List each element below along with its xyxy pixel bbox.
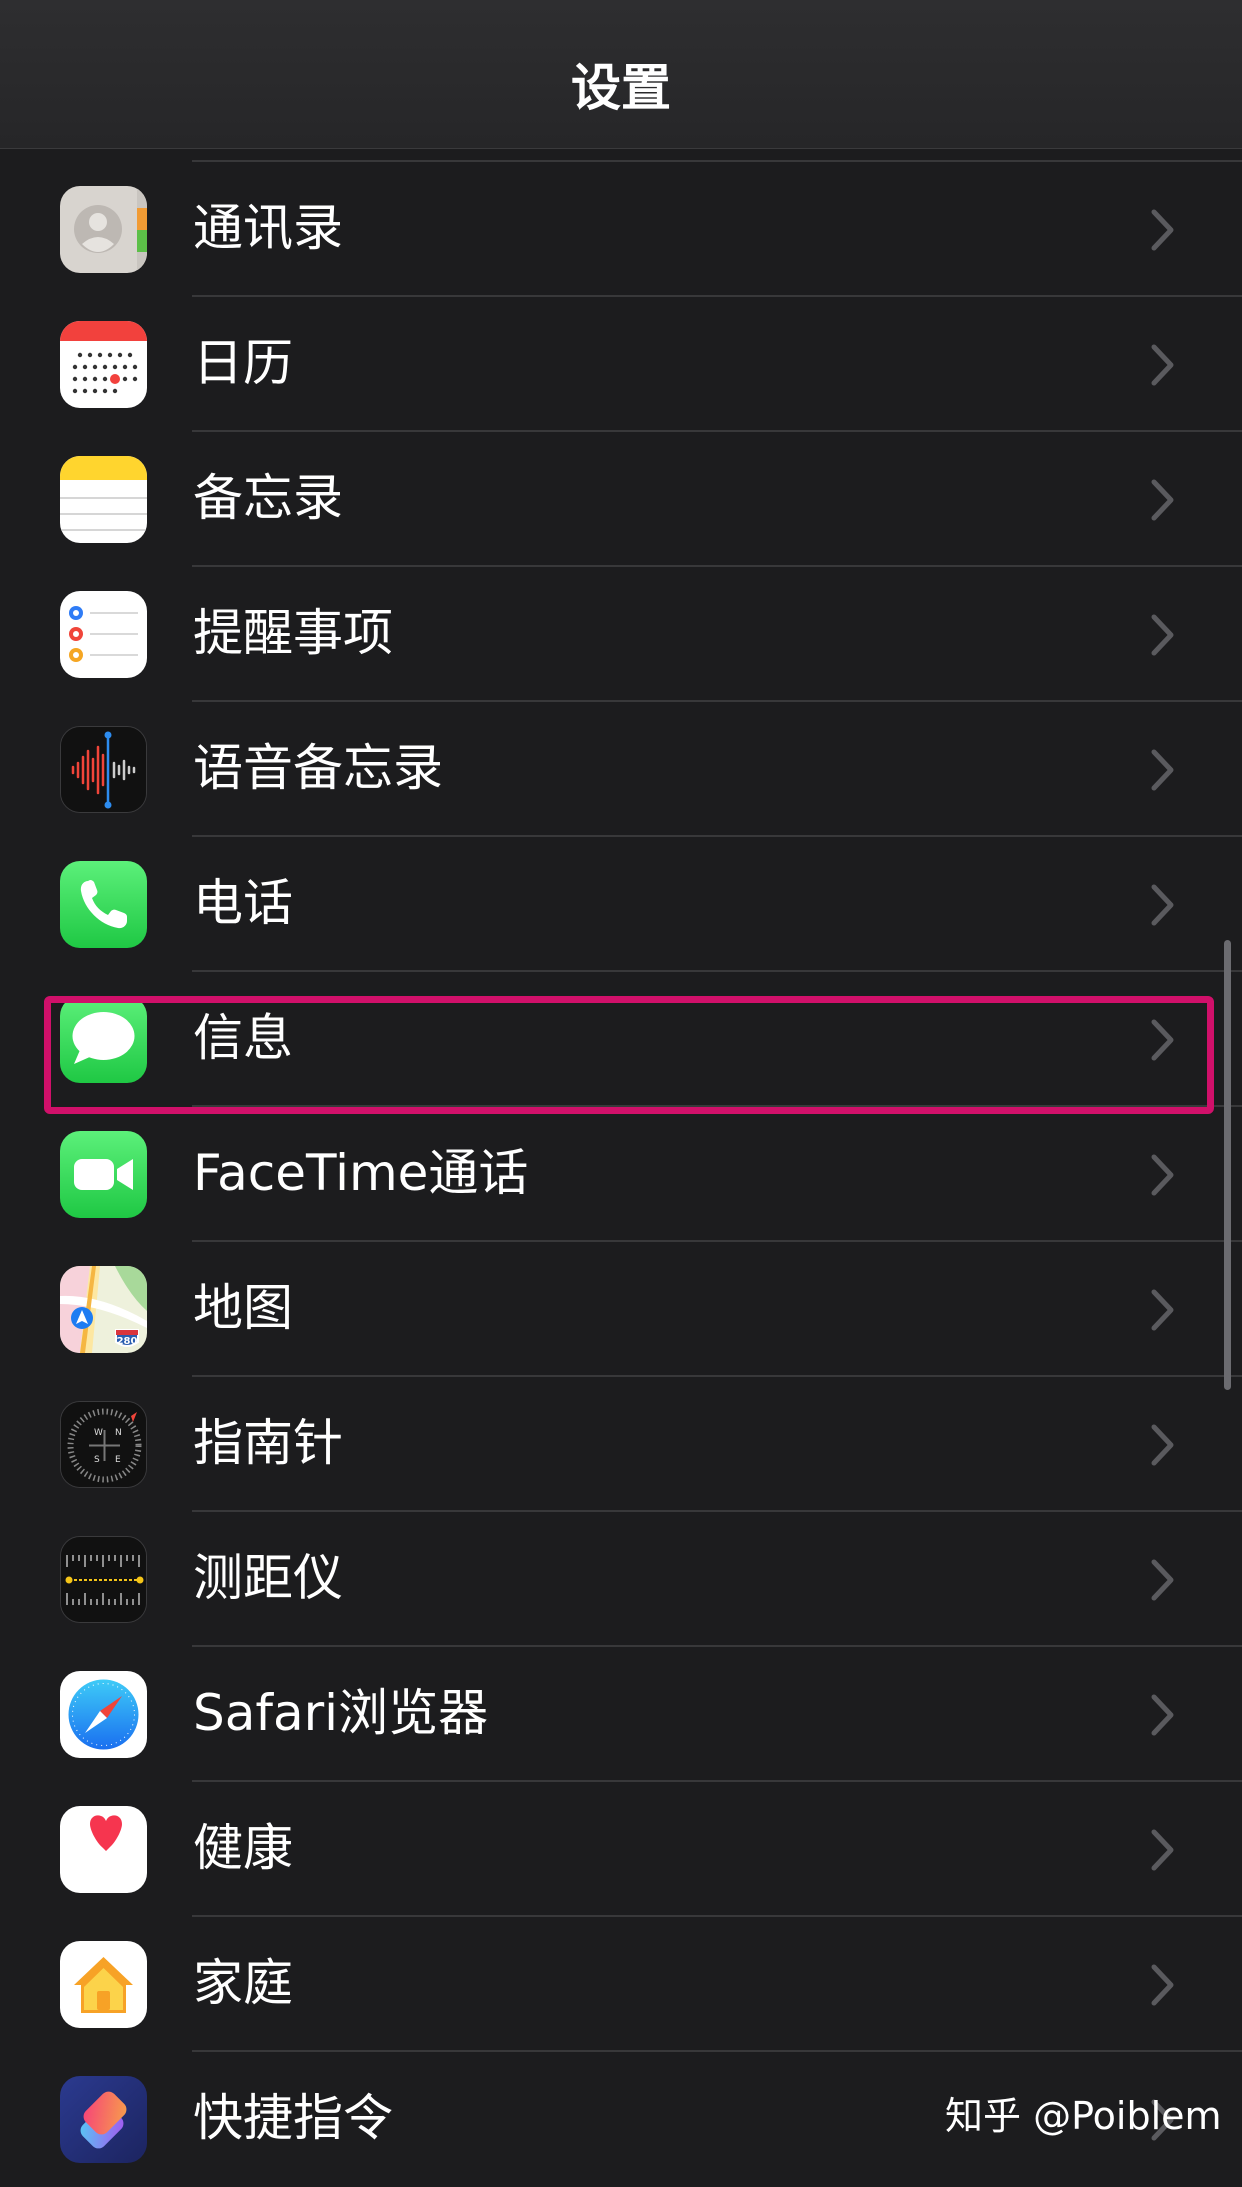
compass-s-label: S <box>94 1455 100 1465</box>
home-icon <box>60 1941 147 2028</box>
navigation-bar: 设置 <box>0 0 1242 149</box>
voice-memos-icon <box>60 726 147 813</box>
chevron-right-icon <box>1151 1289 1174 1331</box>
chevron-right-icon <box>1151 1154 1174 1196</box>
contacts-icon <box>60 186 147 273</box>
notes-icon <box>60 456 147 543</box>
settings-list: 通讯录 日历 备忘录 提醒事项 语音备忘录 电话 信息 FaceTime通话 2… <box>0 162 1242 2187</box>
chevron-right-icon <box>1151 479 1174 521</box>
chevron-right-icon <box>1151 884 1174 926</box>
chevron-right-icon <box>1151 1424 1174 1466</box>
settings-row-maps[interactable]: 280 地图 <box>0 1242 1242 1377</box>
settings-row-label: 指南针 <box>193 1414 343 1472</box>
settings-row-label: 日历 <box>193 334 293 392</box>
settings-row-label: 语音备忘录 <box>193 739 443 797</box>
settings-row-label: 地图 <box>193 1279 293 1337</box>
chevron-right-icon <box>1151 749 1174 791</box>
settings-row-label: Safari浏览器 <box>193 1684 489 1742</box>
settings-row-label: 电话 <box>193 874 293 932</box>
settings-row-home[interactable]: 家庭 <box>0 1917 1242 2052</box>
settings-row-label: 家庭 <box>193 1954 293 2012</box>
health-icon <box>60 1806 147 1893</box>
settings-row-label: 健康 <box>193 1819 293 1877</box>
scrollbar[interactable] <box>1224 940 1231 1390</box>
facetime-icon <box>60 1131 147 1218</box>
measure-icon <box>60 1536 147 1623</box>
settings-row-reminders[interactable]: 提醒事项 <box>0 567 1242 702</box>
safari-icon <box>60 1671 147 1758</box>
settings-row-measure[interactable]: 测距仪 <box>0 1512 1242 1647</box>
settings-row-voice-memos[interactable]: 语音备忘录 <box>0 702 1242 837</box>
phone-icon <box>60 861 147 948</box>
settings-row-health[interactable]: 健康 <box>0 1782 1242 1917</box>
settings-row-facetime[interactable]: FaceTime通话 <box>0 1107 1242 1242</box>
settings-row-compass[interactable]: W N S E 指南针 <box>0 1377 1242 1512</box>
chevron-right-icon <box>1151 1559 1174 1601</box>
chevron-right-icon <box>1151 1694 1174 1736</box>
watermark: 知乎 @Poiblem <box>945 2094 1222 2138</box>
settings-row-label: 测距仪 <box>193 1549 343 1607</box>
chevron-right-icon <box>1151 614 1174 656</box>
settings-row-label: FaceTime通话 <box>193 1144 529 1202</box>
settings-row-safari[interactable]: Safari浏览器 <box>0 1647 1242 1782</box>
chevron-right-icon <box>1151 209 1174 251</box>
settings-row-label: 通讯录 <box>193 199 343 257</box>
compass-icon: W N S E <box>60 1401 147 1488</box>
calendar-icon <box>60 321 147 408</box>
compass-e-label: E <box>115 1455 121 1465</box>
settings-row-notes[interactable]: 备忘录 <box>0 432 1242 567</box>
chevron-right-icon <box>1151 1964 1174 2006</box>
maps-icon: 280 <box>60 1266 147 1353</box>
settings-row-label: 提醒事项 <box>193 604 393 662</box>
chevron-right-icon <box>1151 344 1174 386</box>
settings-row-label: 备忘录 <box>193 469 343 527</box>
settings-row-phone[interactable]: 电话 <box>0 837 1242 972</box>
shortcuts-icon <box>60 2076 147 2163</box>
settings-row-label: 快捷指令 <box>193 2089 393 2147</box>
page-title: 设置 <box>571 59 671 117</box>
compass-w-label: W <box>94 1428 103 1438</box>
settings-row-contacts[interactable]: 通讯录 <box>0 162 1242 297</box>
maps-highway-label: 280 <box>117 1336 138 1347</box>
highlight-box <box>44 996 1214 1114</box>
compass-n-label: N <box>115 1428 122 1438</box>
chevron-right-icon <box>1151 1829 1174 1871</box>
reminders-icon <box>60 591 147 678</box>
settings-row-calendar[interactable]: 日历 <box>0 297 1242 432</box>
